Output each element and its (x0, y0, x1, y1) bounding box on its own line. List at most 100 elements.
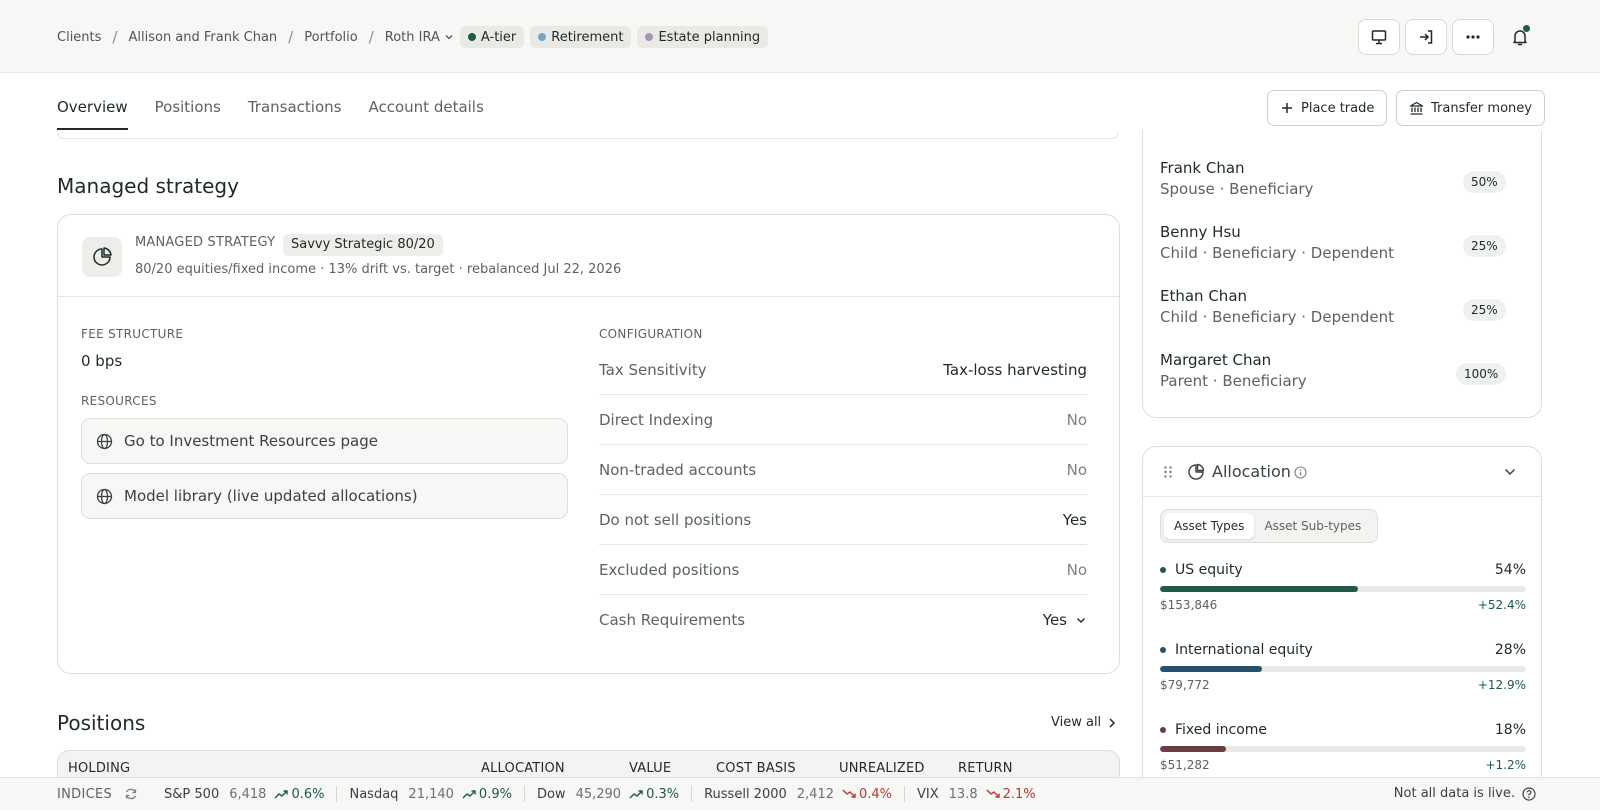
allocation-change: +1.2% (1485, 758, 1526, 772)
allocation-bar (1160, 666, 1526, 672)
notifications-button[interactable] (1505, 22, 1535, 52)
ticker-divider (904, 786, 906, 802)
tab-transactions[interactable]: Transactions (248, 98, 342, 130)
ticker-divider (523, 786, 525, 802)
managed-strategy-title: Managed strategy (57, 174, 239, 198)
place-trade-button[interactable]: Place trade (1267, 90, 1388, 126)
ticker-sp500[interactable]: S&P 500 6,418 0.6% (164, 787, 324, 802)
config-value: No (1066, 560, 1087, 579)
allocation-change: +12.9% (1477, 678, 1526, 692)
column-header-return[interactable]: RETURN (958, 761, 1013, 776)
breadcrumb-separator: / (288, 28, 294, 46)
ticker-divider (691, 786, 693, 802)
breadcrumb-portfolio[interactable]: Portfolio (304, 30, 357, 45)
breadcrumb-client-name[interactable]: Allison and Frank Chan (128, 30, 277, 45)
config-row-cash-requirements[interactable]: Cash Requirements Yes (599, 595, 1087, 645)
ticker-name: Nasdaq (349, 786, 399, 802)
column-header-cost-basis[interactable]: COST BASIS (716, 761, 796, 776)
beneficiary-item[interactable]: Ethan Chan Child · Beneficiary · Depende… (1160, 287, 1394, 326)
managed-strategy-label: MANAGED STRATEGY (135, 235, 276, 250)
account-dropdown[interactable]: Roth IRA (385, 30, 454, 45)
beneficiary-item[interactable]: Benny Hsu Child · Beneficiary · Dependen… (1160, 223, 1394, 262)
ticker-value: 21,140 (408, 786, 454, 802)
beneficiary-name: Margaret Chan (1160, 351, 1272, 369)
breadcrumb-separator: / (368, 28, 374, 46)
live-note-text: Not all data is live. (1393, 786, 1515, 801)
investment-resources-link[interactable]: Go to Investment Resources page (81, 418, 568, 464)
tag-label: A-tier (480, 29, 517, 45)
chevron-down-icon[interactable] (1503, 466, 1517, 478)
tab-overview[interactable]: Overview (57, 98, 128, 130)
beneficiary-relation: Child · Beneficiary · Dependent (1160, 308, 1394, 326)
beneficiary-relation: Child · Beneficiary · Dependent (1160, 244, 1394, 262)
allocation-bar (1160, 586, 1526, 592)
transfer-money-button[interactable]: Transfer money (1396, 90, 1545, 126)
beneficiary-item[interactable]: Frank Chan Spouse · Beneficiary (1160, 159, 1313, 198)
globe-icon (96, 433, 113, 449)
more-options-button[interactable] (1452, 19, 1494, 55)
allocation-percent: 28% (1494, 642, 1526, 658)
ticker-change: 0.4% (858, 786, 893, 802)
pie-chart-icon (82, 237, 122, 277)
presentation-icon (1371, 30, 1387, 45)
drag-handle-icon[interactable] (1163, 465, 1173, 479)
ticker-nasdaq[interactable]: Nasdaq 21,140 0.9% (349, 787, 511, 802)
ticker-vix[interactable]: VIX 13.8 2.1% (917, 787, 1036, 802)
previous-card-bottom (57, 132, 1119, 139)
column-header-value[interactable]: VALUE (629, 761, 671, 776)
column-header-holding[interactable]: HOLDING (68, 761, 130, 776)
ticker-change: 0.3% (646, 786, 680, 802)
beneficiary-percentage: 25% (1463, 235, 1506, 257)
info-icon[interactable] (1294, 466, 1307, 479)
ticker-russell-2000[interactable]: Russell 2000 2,412 0.4% (704, 787, 892, 802)
top-bar: Clients / Allison and Frank Chan / Portf… (0, 0, 1600, 73)
ticker-dow[interactable]: Dow 45,290 0.3% (537, 787, 679, 802)
tag-label: Estate planning (658, 29, 761, 45)
tag-estate-planning: Estate planning (637, 26, 769, 48)
help-icon[interactable] (1522, 786, 1536, 801)
beneficiary-percentage: 100% (1456, 363, 1507, 385)
tab-positions[interactable]: Positions (155, 98, 221, 130)
config-key: Tax Sensitivity (599, 360, 707, 379)
segment-asset-types[interactable]: Asset Types (1164, 513, 1255, 539)
allocation-change: +52.4% (1477, 598, 1526, 612)
config-key: Non-traded accounts (599, 460, 757, 479)
legend-dot (1160, 727, 1166, 733)
beneficiary-item[interactable]: Margaret Chan Parent · Beneficiary (1160, 351, 1307, 390)
allocation-amount: $51,282 (1160, 758, 1210, 772)
tag-dot (467, 33, 476, 41)
tag-dot (538, 33, 547, 41)
market-indices-bar: INDICES S&P 500 6,418 0.6% Nasdaq 21,140… (0, 777, 1600, 810)
config-row-tax-sensitivity: Tax Sensitivity Tax-loss harvesting (599, 345, 1087, 395)
tab-account-details[interactable]: Account details (368, 98, 483, 130)
allocation-view-toggle: Asset Types Asset Sub-types (1160, 509, 1378, 543)
presentation-button[interactable] (1358, 19, 1400, 55)
beneficiary-percentage: 50% (1463, 171, 1506, 193)
allocation-header[interactable]: Allocation (1143, 447, 1541, 497)
ticker-change: 0.9% (478, 786, 512, 802)
ticker-value: 2,412 (796, 786, 834, 802)
column-header-allocation[interactable]: ALLOCATION (481, 761, 565, 776)
strategy-name-pill: Savvy Strategic 80/20 (283, 234, 443, 256)
ticker-name: VIX (917, 786, 939, 802)
column-header-unrealized[interactable]: UNREALIZED (839, 761, 925, 776)
breadcrumb-separator: / (112, 28, 118, 46)
view-all-link[interactable]: View all (1051, 715, 1117, 730)
allocation-amount: $79,772 (1160, 678, 1210, 692)
allocation-row-fixed-income: Fixed income 18% $51,282 +1.2% (1160, 722, 1526, 772)
strategy-subtitle: 80/20 equities/fixed income · 13% drift … (135, 262, 622, 277)
transfer-money-label: Transfer money (1431, 100, 1532, 116)
refresh-icon[interactable] (124, 787, 138, 801)
bank-icon (1409, 101, 1424, 115)
allocation-title: Allocation (1212, 462, 1291, 481)
beneficiary-relation: Spouse · Beneficiary (1160, 180, 1314, 198)
model-library-link[interactable]: Model library (live updated allocations) (81, 473, 568, 519)
config-row-direct-indexing: Direct Indexing No (599, 395, 1087, 445)
segment-asset-sub-types[interactable]: Asset Sub-types (1254, 513, 1371, 539)
cash-requirements-toggle[interactable]: Yes (1043, 611, 1087, 629)
login-as-client-button[interactable] (1405, 19, 1447, 55)
data-live-notice: Not all data is live. (1394, 786, 1536, 801)
breadcrumb-clients[interactable]: Clients (57, 30, 101, 45)
config-value: Yes (1042, 611, 1067, 629)
more-horizontal-icon (1466, 35, 1480, 39)
